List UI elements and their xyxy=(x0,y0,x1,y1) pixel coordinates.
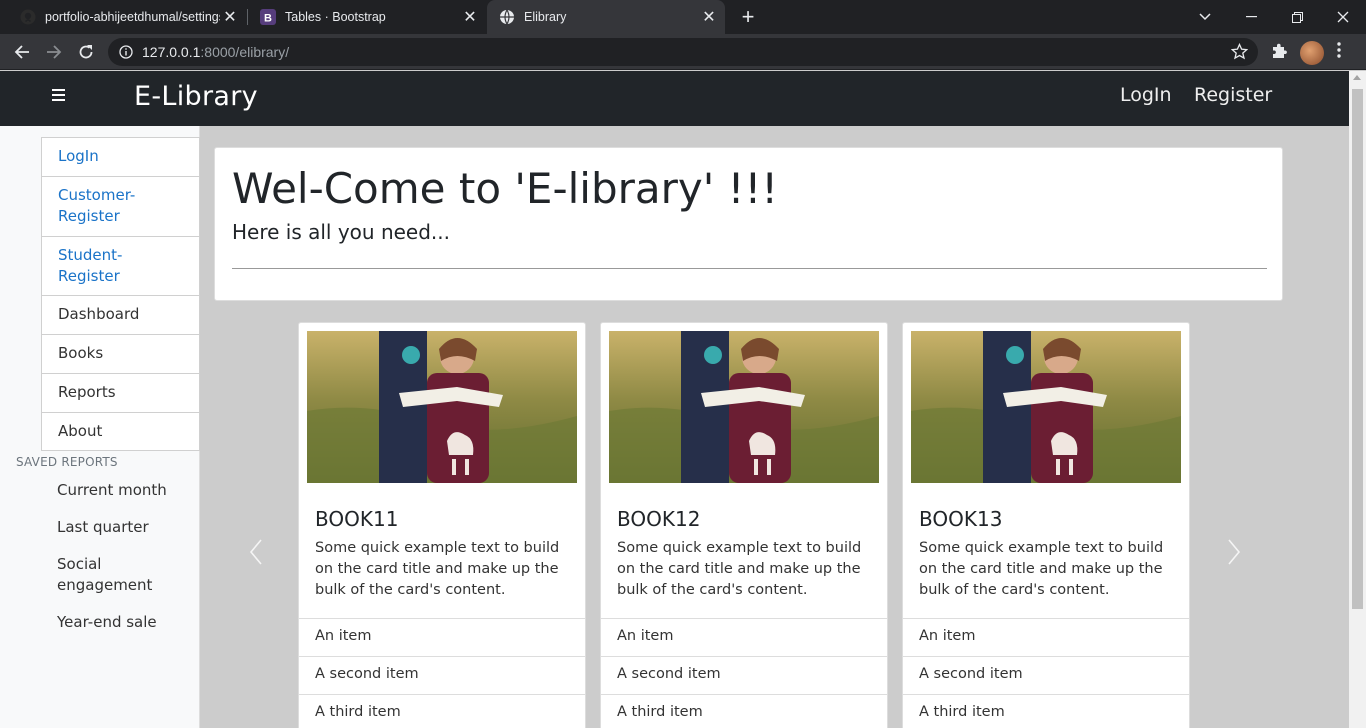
scrollbar-thumb[interactable] xyxy=(1352,89,1363,609)
close-tab-icon[interactable]: ✕ xyxy=(220,7,240,27)
list-item: A third item xyxy=(601,694,887,728)
url-text: 127.0.0.1:8000/elibrary/ xyxy=(142,44,289,60)
new-tab-icon[interactable]: + xyxy=(736,5,760,29)
book-title: BOOK13 xyxy=(919,507,1003,531)
url-path: :8000/elibrary/ xyxy=(200,44,290,60)
back-icon[interactable] xyxy=(8,38,36,66)
list-item: A second item xyxy=(299,656,585,694)
hamburger-menu-icon[interactable] xyxy=(52,89,70,107)
browser-tab[interactable]: B Tables · Bootstrap ✕ xyxy=(248,0,486,34)
github-icon xyxy=(20,9,36,25)
book-description: Some quick example text to build on the … xyxy=(919,540,1164,598)
address-bar[interactable]: 127.0.0.1:8000/elibrary/ xyxy=(108,38,1258,66)
tab-title: portfolio-abhijeetdhumal/settings xyxy=(45,10,220,24)
sidebar-item-login[interactable]: LogIn xyxy=(41,137,200,176)
globe-icon xyxy=(499,9,515,25)
sidebar-item-customer-register[interactable]: Customer-Register xyxy=(41,176,200,236)
saved-report-social-engagement[interactable]: Social engagement xyxy=(57,554,167,596)
scroll-up-arrow-icon[interactable] xyxy=(1353,75,1361,80)
nav-register-link[interactable]: Register xyxy=(1194,84,1272,106)
browser-tab-active[interactable]: Elibrary ✕ xyxy=(487,0,725,34)
book-cover-image xyxy=(307,331,577,483)
welcome-jumbotron: Wel-Come to 'E-library' !!! Here is all … xyxy=(214,147,1283,301)
book-card: BOOK13 Some quick example text to build … xyxy=(902,322,1190,728)
url-host: 127.0.0.1 xyxy=(142,44,201,60)
book-description: Some quick example text to build on the … xyxy=(315,540,560,598)
svg-text:B: B xyxy=(264,13,272,25)
forward-icon[interactable] xyxy=(40,38,68,66)
sidebar-item-about[interactable]: About xyxy=(41,412,200,451)
bootstrap-icon: B xyxy=(260,9,276,25)
saved-reports-heading: SAVED REPORTS xyxy=(16,455,118,469)
book-title: BOOK11 xyxy=(315,507,399,531)
saved-report-last-quarter[interactable]: Last quarter xyxy=(57,517,187,538)
profile-avatar[interactable] xyxy=(1300,41,1324,65)
restore-icon[interactable] xyxy=(1274,0,1320,34)
minimize-icon[interactable] xyxy=(1228,0,1274,34)
list-item: An item xyxy=(299,618,585,656)
sidebar-item-reports[interactable]: Reports xyxy=(41,373,200,412)
list-item: An item xyxy=(601,618,887,656)
page-scrollbar[interactable] xyxy=(1349,71,1366,728)
book-card: BOOK11 Some quick example text to build … xyxy=(298,322,586,728)
saved-report-current-month[interactable]: Current month xyxy=(57,480,187,501)
close-window-icon[interactable] xyxy=(1320,0,1366,34)
list-item: A third item xyxy=(903,694,1189,728)
sidebar: LogIn Customer-Register Student-Register… xyxy=(0,126,200,728)
carousel-next-icon[interactable] xyxy=(1227,538,1241,566)
list-item: A second item xyxy=(601,656,887,694)
book-description: Some quick example text to build on the … xyxy=(617,540,862,598)
book-title: BOOK12 xyxy=(617,507,701,531)
book-card: BOOK12 Some quick example text to build … xyxy=(600,322,888,728)
site-navbar: E-Library LogIn Register xyxy=(0,71,1349,126)
sidebar-item-books[interactable]: Books xyxy=(41,334,200,373)
browser-tab[interactable]: portfolio-abhijeetdhumal/settings ✕ xyxy=(8,0,246,34)
list-item: A second item xyxy=(903,656,1189,694)
reload-icon[interactable] xyxy=(72,38,100,66)
welcome-heading: Wel-Come to 'E-library' !!! xyxy=(232,164,779,213)
sidebar-item-student-register[interactable]: Student-Register xyxy=(41,236,200,295)
browser-tabstrip: portfolio-abhijeetdhumal/settings ✕ B Ta… xyxy=(0,0,1366,34)
list-item: A third item xyxy=(299,694,585,728)
browser-menu-icon[interactable] xyxy=(1337,42,1341,63)
browser-toolbar: 127.0.0.1:8000/elibrary/ xyxy=(0,34,1366,70)
divider xyxy=(232,268,1267,269)
sidebar-list: LogIn Customer-Register Student-Register… xyxy=(41,137,200,451)
sidebar-item-dashboard[interactable]: Dashboard xyxy=(41,295,200,334)
list-item: An item xyxy=(903,618,1189,656)
carousel-prev-icon[interactable] xyxy=(249,538,263,566)
site-brand[interactable]: E-Library xyxy=(134,81,258,112)
nav-login-link[interactable]: LogIn xyxy=(1120,84,1172,106)
close-tab-icon[interactable]: ✕ xyxy=(460,7,480,27)
site-info-icon[interactable] xyxy=(118,44,134,60)
tab-search-icon[interactable] xyxy=(1182,0,1228,34)
welcome-lead: Here is all you need... xyxy=(232,220,451,244)
tab-title: Elibrary xyxy=(524,10,567,24)
saved-report-year-end-sale[interactable]: Year-end sale xyxy=(57,612,187,633)
book-cover-image xyxy=(609,331,879,483)
book-cover-image xyxy=(911,331,1181,483)
bookmark-star-icon[interactable] xyxy=(1230,42,1249,65)
close-tab-icon[interactable]: ✕ xyxy=(699,7,719,27)
extensions-puzzle-icon[interactable] xyxy=(1270,42,1288,65)
tab-title: Tables · Bootstrap xyxy=(285,10,386,24)
